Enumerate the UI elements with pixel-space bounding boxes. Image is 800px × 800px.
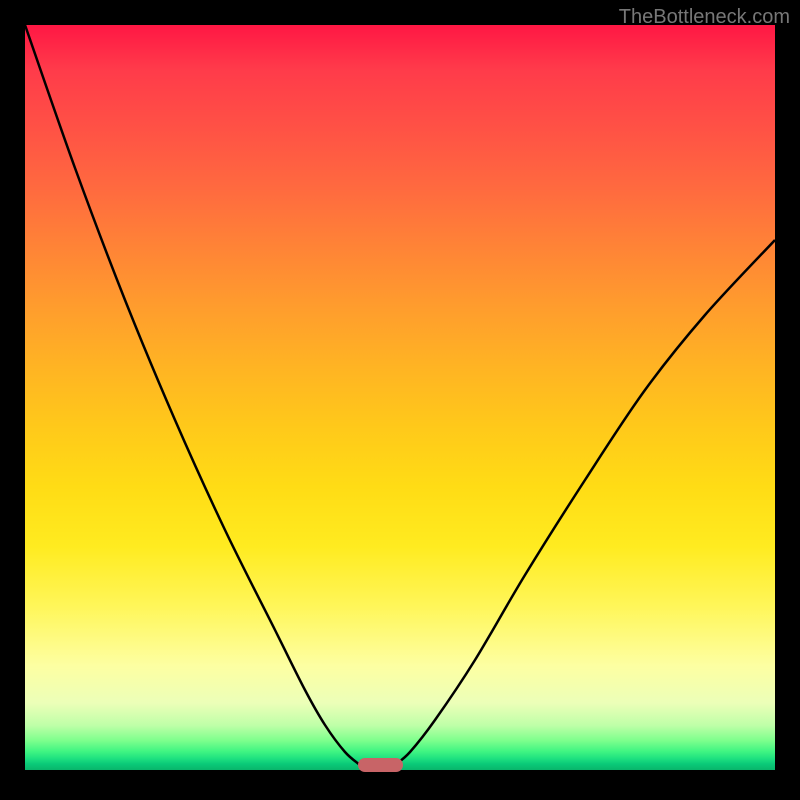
chart-curves-svg — [25, 25, 775, 770]
watermark-text: TheBottleneck.com — [619, 6, 790, 29]
right-curve — [395, 240, 775, 765]
bottleneck-marker — [358, 758, 403, 772]
chart-plot-area — [25, 25, 775, 770]
left-curve — [25, 25, 360, 765]
